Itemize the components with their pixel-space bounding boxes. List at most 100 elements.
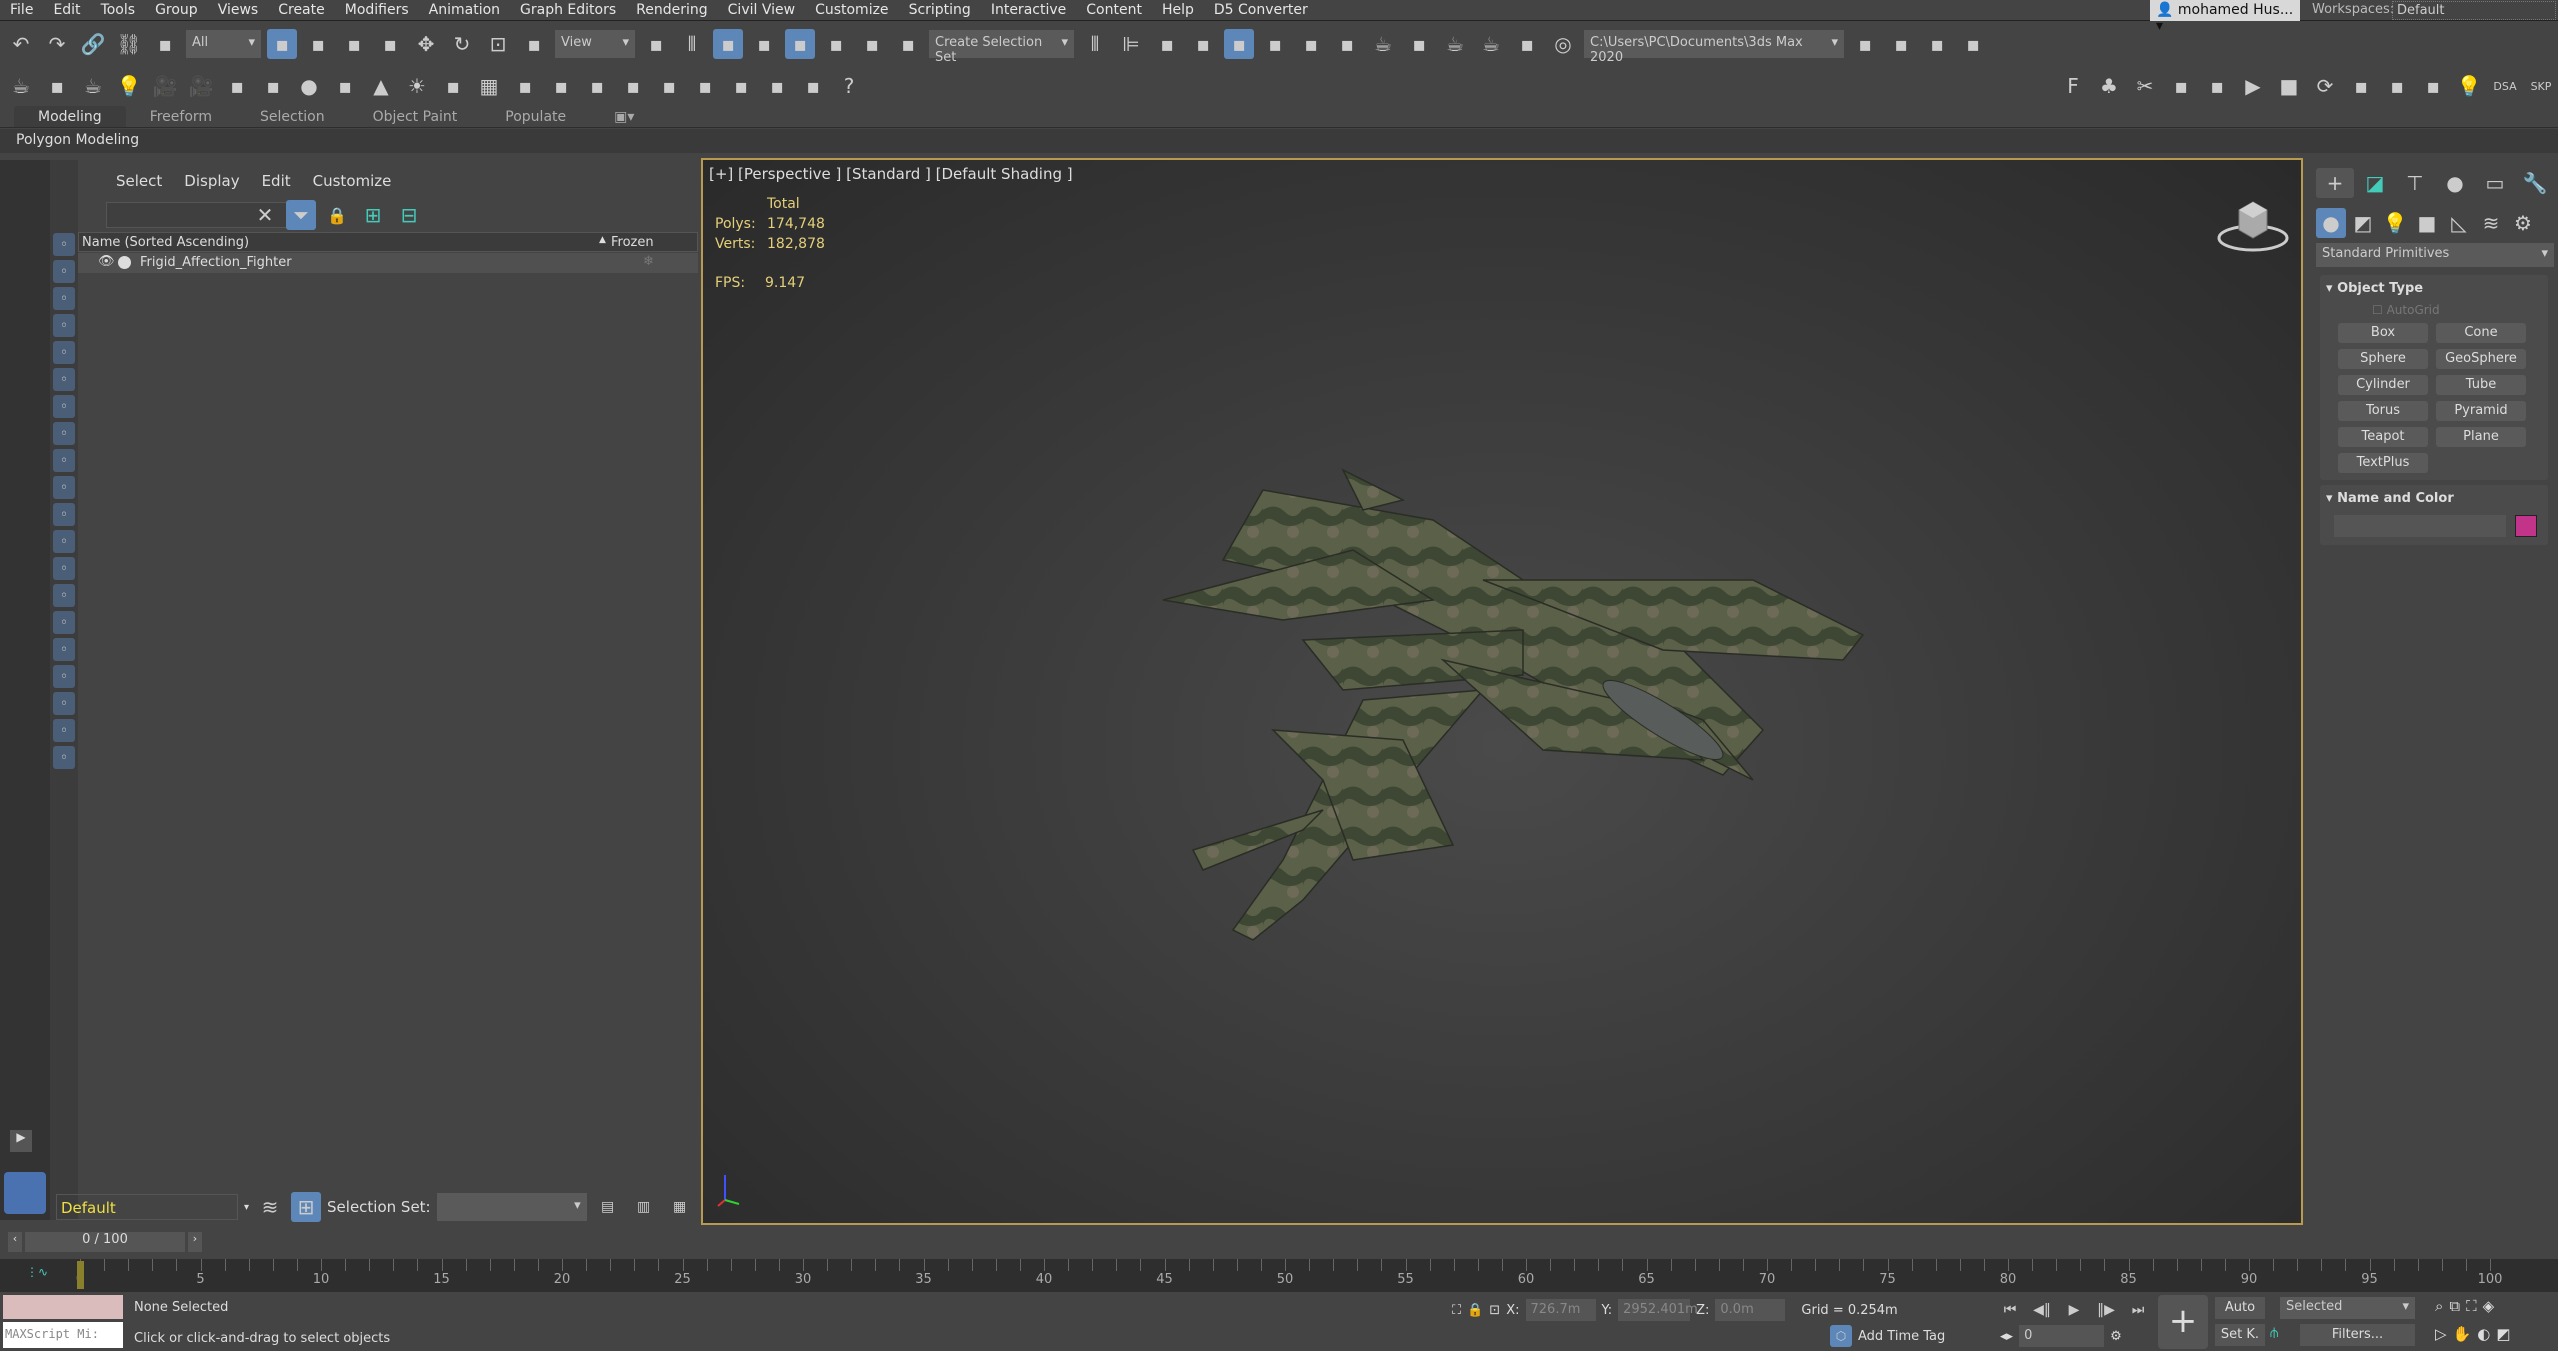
zoom-extents-all-icon[interactable]: ◈	[2483, 1297, 2495, 1315]
box-primitive-icon[interactable]: ▪	[222, 71, 252, 101]
menu-tools[interactable]: Tools	[91, 2, 146, 18]
curve-editor-icon[interactable]: ▪	[1260, 29, 1290, 59]
align-icon[interactable]: ⊫	[1116, 29, 1146, 59]
stop-icon[interactable]: ■	[2274, 71, 2304, 101]
add-time-tag[interactable]: ⬡ Add Time Tag	[1830, 1325, 1945, 1347]
menu-content[interactable]: Content	[1076, 2, 1152, 18]
object-name-input[interactable]	[2334, 515, 2506, 537]
percent-snap-icon[interactable]: ▪	[821, 29, 851, 59]
primitive-tube-button[interactable]: Tube	[2436, 375, 2526, 395]
z-coordinate-field[interactable]: 0.0m	[1715, 1299, 1786, 1321]
user-account-dropdown[interactable]: 👤 mohamed Hus... ▾	[2150, 0, 2300, 34]
tools-icon[interactable]: ✂	[2130, 71, 2160, 101]
timeline-current-frame-marker[interactable]	[77, 1261, 84, 1289]
mirror-icon[interactable]: ⫴	[1080, 29, 1110, 59]
column-frozen[interactable]: Frozen	[611, 235, 654, 250]
light-icon[interactable]: 💡	[2454, 71, 2484, 101]
project-folder-icon[interactable]: ▪	[1886, 29, 1916, 59]
menu-graph-editors[interactable]: Graph Editors	[510, 2, 626, 18]
scene-explorer-icon[interactable]: ▪	[1152, 29, 1182, 59]
ribbon-icon[interactable]: ▪	[1224, 29, 1254, 59]
ribbon-tab-populate[interactable]: Populate	[481, 106, 590, 127]
display-bones-icon[interactable]: ◦	[53, 476, 75, 499]
menu-rendering[interactable]: Rendering	[626, 2, 718, 18]
object-type-header[interactable]: ▾ Object Type	[2326, 281, 2423, 296]
zoom-extents-icon[interactable]: ⛶	[2466, 1297, 2477, 1315]
project-settings-icon[interactable]: ▪	[1850, 29, 1880, 59]
sun-icon[interactable]: ☀	[402, 71, 432, 101]
move-icon[interactable]: ✥	[411, 29, 441, 59]
table-row[interactable]: 👁 Frigid_Affection_Fighter ❄	[78, 253, 698, 273]
menu-views[interactable]: Views	[208, 2, 269, 18]
reference-coordinate-dropdown[interactable]: View ▾	[555, 30, 635, 58]
particles-icon[interactable]: ▪	[690, 71, 720, 101]
create-selection-set-dropdown[interactable]: Create Selection Set ▾	[929, 30, 1074, 65]
scene-menu-edit[interactable]: Edit	[262, 172, 291, 190]
teapot-icon[interactable]: ☕	[6, 71, 36, 101]
scene-menu-display[interactable]: Display	[184, 172, 239, 190]
primitive-teapot-button[interactable]: Teapot	[2338, 427, 2428, 447]
expand-arrow-icon[interactable]: ▶	[10, 1130, 32, 1152]
remove-from-set-icon[interactable]: ▦	[665, 1192, 695, 1222]
select-by-name-icon[interactable]: ▪	[303, 29, 333, 59]
display-frozen-icon[interactable]: ◦	[53, 530, 75, 553]
time-config-icon[interactable]: ⚙	[2110, 1329, 2122, 1344]
primitive-sphere-button[interactable]: Sphere	[2338, 349, 2428, 369]
menu-animation[interactable]: Animation	[419, 2, 510, 18]
filter-settings-icon[interactable]: ◦	[53, 692, 75, 715]
project-folder-dropdown[interactable]: C:\Users\PC\Documents\3ds Max 2020 ▾	[1584, 30, 1844, 65]
auto-key-button[interactable]: Auto	[2215, 1297, 2265, 1319]
primitive-torus-button[interactable]: Torus	[2338, 401, 2428, 421]
render-frame-icon[interactable]: ☕	[78, 71, 108, 101]
dropdown-arrow-icon[interactable]: ▾	[244, 1202, 249, 1213]
maximize-viewport-icon[interactable]: ◩	[2496, 1325, 2510, 1343]
motion-tab-icon[interactable]: ●	[2436, 168, 2474, 198]
perspective-viewport[interactable]: [+] [Perspective ] [Standard ] [Default …	[701, 158, 2303, 1225]
angle-snap-icon[interactable]: ▪	[785, 29, 815, 59]
molecule-icon[interactable]: ▪	[510, 71, 540, 101]
primitive-cone-button[interactable]: Cone	[2436, 323, 2526, 343]
menu-create[interactable]: Create	[268, 2, 335, 18]
display-groups-icon[interactable]: ◦	[53, 422, 75, 445]
help-icon[interactable]: ?	[834, 71, 864, 101]
cam-check-icon[interactable]: ▪	[2346, 71, 2376, 101]
material-editor-icon[interactable]: ▪	[1332, 29, 1362, 59]
placement-icon[interactable]: ▪	[519, 29, 549, 59]
select-set-icon[interactable]: ▤	[593, 1192, 623, 1222]
geometry-icon[interactable]: ●	[2316, 208, 2346, 238]
layer-explorer-icon[interactable]: ▪	[1188, 29, 1218, 59]
display-hidden-icon[interactable]: ◦	[53, 557, 75, 580]
ribbon-tab-modeling[interactable]: Modeling	[14, 106, 126, 127]
display-none-icon[interactable]: ◦	[53, 233, 75, 256]
primitive-box-button[interactable]: Box	[2338, 323, 2428, 343]
display-geometry-icon[interactable]: ◦	[53, 260, 75, 283]
camera-icon[interactable]: 🎥	[186, 71, 216, 101]
key-filter-dropdown[interactable]: Selected ▾	[2280, 1297, 2415, 1319]
display-tab-icon[interactable]: ▭	[2476, 168, 2514, 198]
key-mode-icon[interactable]: ◂▸	[2000, 1329, 2013, 1344]
ribbon-tab-object-paint[interactable]: Object Paint	[349, 106, 482, 127]
unlink-icon[interactable]: ⛓	[114, 29, 144, 59]
set-key-big-button[interactable]: +	[2158, 1295, 2208, 1349]
frame-counter[interactable]: 0 / 100	[25, 1232, 185, 1252]
utilities-wrench-icon[interactable]: 🔧	[2516, 168, 2554, 198]
hierarchy-icon[interactable]: ⊞	[358, 200, 388, 230]
cone-icon[interactable]: ▲	[366, 71, 396, 101]
scale-icon[interactable]: ⊡	[483, 29, 513, 59]
a360-icon[interactable]: ▪	[1512, 29, 1542, 59]
key-tangent-icon[interactable]: ⫛	[2270, 1325, 2278, 1341]
project-set-icon[interactable]: ▪	[1958, 29, 1988, 59]
dome-icon[interactable]: ▪	[258, 71, 288, 101]
snap-3d-icon[interactable]: ▪	[749, 29, 779, 59]
pivot-icon[interactable]: ▪	[641, 29, 671, 59]
isolate-selection-icon[interactable]: ⛶	[1452, 1303, 1461, 1318]
edit-named-sets-icon[interactable]: ▪	[893, 29, 923, 59]
ribbon-tab-freeform[interactable]: Freeform	[126, 106, 236, 127]
spaceship-model[interactable]	[1103, 460, 1923, 960]
manipulate-icon[interactable]: ▪	[713, 29, 743, 59]
hierarchy-tab-icon[interactable]: ⊤	[2396, 168, 2434, 198]
select-set-icon[interactable]: ◦	[53, 746, 75, 769]
visibility-eye-icon[interactable]: 👁	[98, 254, 115, 269]
next-frame-icon[interactable]: ›	[188, 1232, 202, 1252]
display-all-icon[interactable]: ◦	[53, 584, 75, 607]
